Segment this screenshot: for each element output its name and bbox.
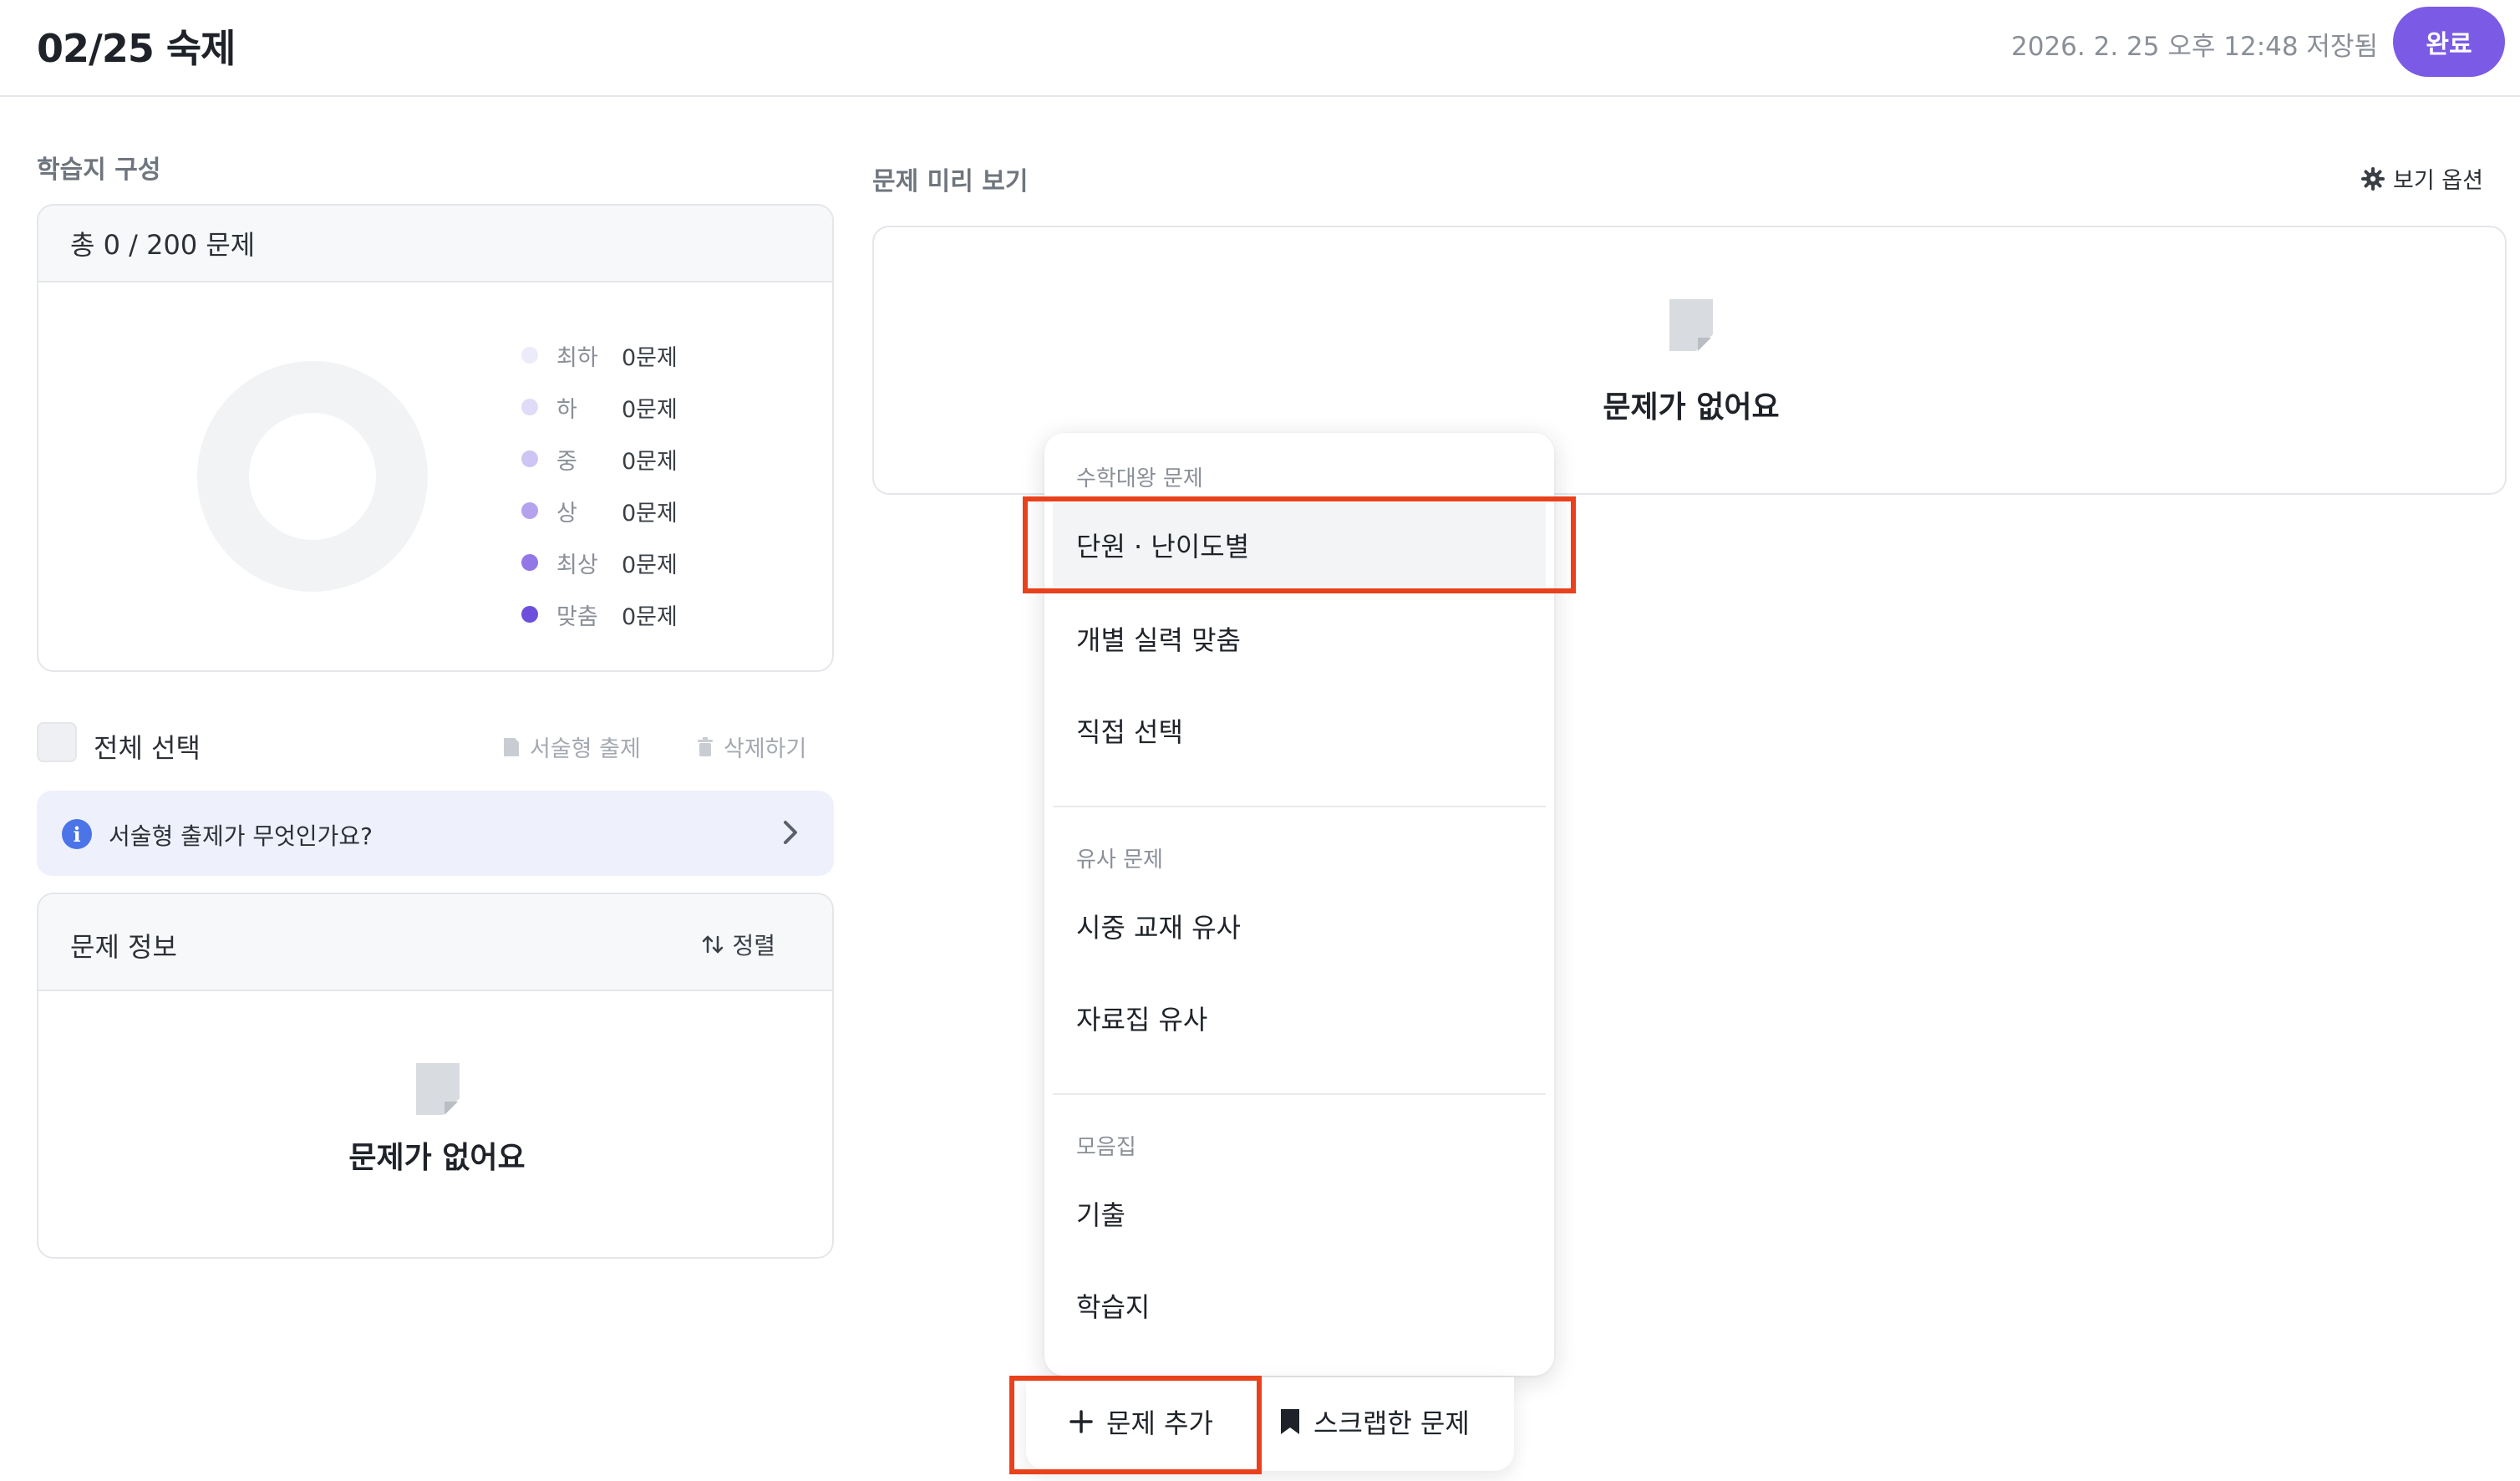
legend-name: 하 — [556, 396, 577, 423]
highlight-box — [1023, 496, 1576, 593]
composition-card: 총 0 / 200 문제 최하 0문제 하 0문제 중 0문제 상 0문제 최상… — [37, 204, 834, 672]
difficulty-legend: 최하 0문제 하 0문제 중 0문제 상 0문제 최상 0문제 맞춤 0문제 — [521, 329, 678, 640]
info-banner-text: 서술형 출제가 무엇인가요? — [109, 822, 373, 850]
legend-count: 0문제 — [622, 396, 678, 423]
legend-item: 하 0문제 — [521, 381, 678, 433]
legend-item: 맞춤 0문제 — [521, 588, 678, 640]
legend-count: 0문제 — [622, 603, 678, 630]
delete-label: 삭제하기 — [724, 736, 807, 762]
sort-label: 정렬 — [732, 932, 775, 959]
document-edit-icon — [504, 737, 519, 756]
essay-label: 서술형 출제 — [530, 736, 641, 762]
legend-dot — [521, 554, 538, 571]
dropdown-group-label: 수학대왕 문제 — [1076, 466, 1203, 491]
legend-name: 중 — [556, 448, 577, 475]
essay-info-banner[interactable]: i 서술형 출제가 무엇인가요? — [37, 791, 834, 876]
scrapped-problems-button[interactable]: 스크랩한 문제 — [1278, 1402, 1470, 1441]
dropdown-group-label: 모음집 — [1076, 1135, 1136, 1160]
legend-name: 상 — [556, 500, 577, 527]
legend-item: 중 0문제 — [521, 433, 678, 485]
legend-dot — [521, 347, 538, 364]
gear-icon — [2361, 166, 2385, 191]
menu-item-material-similar[interactable]: 자료집 유사 — [1053, 976, 1546, 1060]
legend-dot — [521, 450, 538, 467]
problem-info-header: 문제 정보 정렬 — [38, 894, 832, 991]
legend-dot — [521, 606, 538, 623]
scrapped-problems-label: 스크랩한 문제 — [1313, 1407, 1470, 1439]
view-options-label: 보기 옵션 — [2393, 168, 2483, 194]
problem-info-card: 문제 정보 정렬 문제가 없어요 — [37, 893, 834, 1259]
selection-toolbar: 전체 선택 서술형 출제 삭제하기 — [37, 722, 834, 764]
sort-icon — [703, 935, 724, 954]
dropdown-divider — [1053, 806, 1546, 807]
menu-item-past-exams[interactable]: 기출 — [1053, 1172, 1546, 1255]
app-root: 02/25 숙제 2026. 2. 25 오후 12:48 저장됨 완료 학습지… — [0, 0, 2520, 1481]
legend-count: 0문제 — [622, 552, 678, 578]
done-button[interactable]: 완료 — [2393, 7, 2505, 77]
legend-count: 0문제 — [622, 500, 678, 527]
total-count: 총 0 / 200 문제 — [38, 206, 832, 282]
saved-status: 2026. 2. 25 오후 12:48 저장됨 — [2011, 32, 2378, 62]
problem-info-empty-text: 문제가 없어요 — [348, 1141, 526, 1175]
preview-section-label: 문제 미리 보기 — [872, 167, 1029, 196]
legend-dot — [521, 399, 538, 415]
legend-count: 0문제 — [622, 448, 678, 475]
legend-name: 최하 — [556, 344, 598, 371]
legend-name: 최상 — [556, 552, 598, 578]
legend-item: 최하 0문제 — [521, 329, 678, 381]
legend-item: 최상 0문제 — [521, 537, 678, 588]
trash-icon — [698, 736, 713, 756]
bookmark-icon — [1281, 1409, 1299, 1434]
info-icon: i — [62, 819, 92, 849]
menu-item-individual-fit[interactable]: 개별 실력 맞춤 — [1053, 597, 1546, 680]
delete-button[interactable]: 삭제하기 — [695, 730, 806, 763]
menu-item-direct-select[interactable]: 직접 선택 — [1053, 689, 1546, 772]
page-title: 02/25 숙제 — [37, 26, 236, 71]
problem-info-title: 문제 정보 — [70, 931, 177, 963]
highlight-box — [1009, 1376, 1262, 1474]
legend-count: 0문제 — [622, 344, 678, 371]
dropdown-group-label: 유사 문제 — [1076, 847, 1163, 873]
legend-dot — [521, 502, 538, 519]
composition-section-label: 학습지 구성 — [37, 155, 161, 185]
empty-document-icon — [416, 1063, 460, 1115]
legend-item: 상 0문제 — [521, 485, 678, 537]
header: 02/25 숙제 2026. 2. 25 오후 12:48 저장됨 완료 — [0, 0, 2520, 97]
essay-button[interactable]: 서술형 출제 — [501, 730, 641, 763]
legend-name: 맞춤 — [556, 603, 598, 630]
select-all-label[interactable]: 전체 선택 — [94, 727, 201, 766]
sort-button[interactable]: 정렬 — [700, 928, 775, 961]
empty-document-icon — [1669, 299, 1713, 351]
menu-item-textbook-similar[interactable]: 시중 교재 유사 — [1053, 884, 1546, 968]
chevron-right-icon — [784, 821, 797, 844]
menu-item-worksheets[interactable]: 학습지 — [1053, 1264, 1546, 1347]
preview-empty-text: 문제가 없어요 — [1603, 390, 1780, 425]
difficulty-donut-chart — [197, 361, 428, 592]
view-options-button[interactable]: 보기 옵션 — [2361, 162, 2483, 195]
select-all-checkbox[interactable] — [37, 722, 77, 762]
dropdown-divider — [1053, 1093, 1546, 1095]
